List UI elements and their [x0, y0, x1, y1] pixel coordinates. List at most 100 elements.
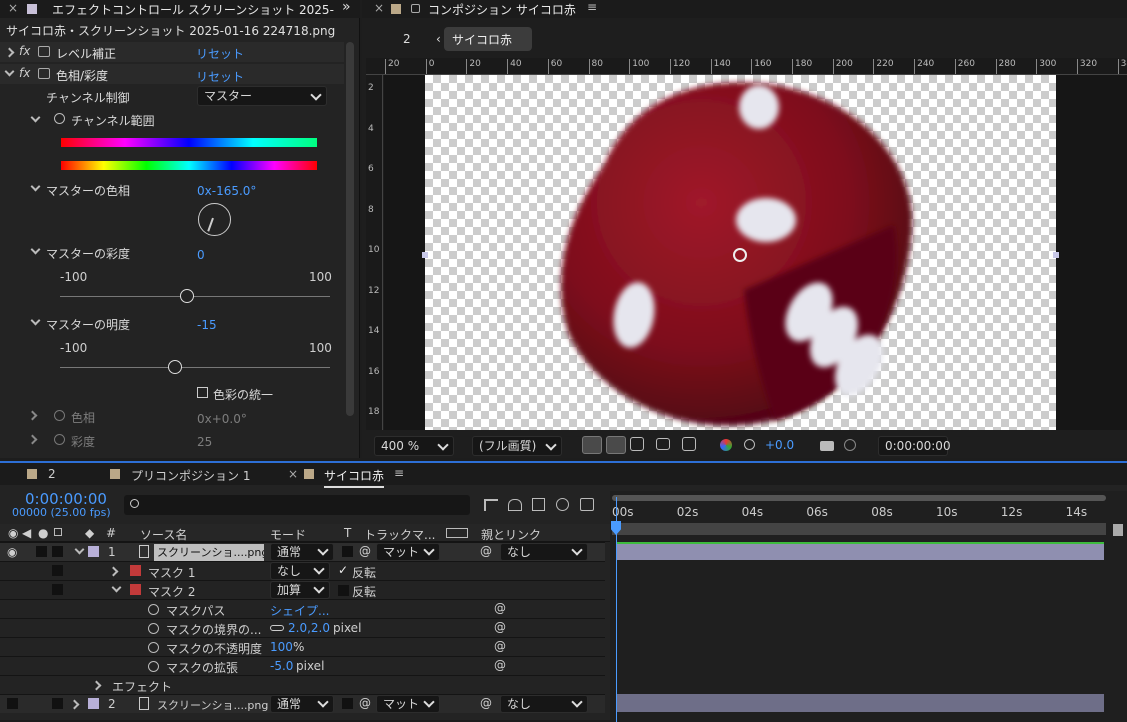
property-value[interactable]: 2.0,2.0	[288, 621, 330, 635]
time-ruler[interactable]: 00s 02s 04s 06s 08s 10s 12s 14s	[610, 503, 1110, 521]
close-icon[interactable]: ×	[8, 1, 18, 15]
ruler-left[interactable]: 2 4 6 8 10 12 14 16 18	[366, 75, 383, 430]
expression-spiral-icon[interactable]: @	[494, 601, 506, 615]
property-row-mask-expansion[interactable]: マスクの拡張 -5.0 pixel @	[0, 656, 605, 675]
channel-control-dropdown[interactable]: マスター	[197, 86, 327, 106]
mode-dropdown[interactable]: 通常	[270, 543, 334, 561]
draft-3d-icon[interactable]	[508, 499, 522, 511]
exposure-value[interactable]: +0.0	[765, 438, 794, 452]
lock-box[interactable]	[52, 546, 63, 557]
layer-handle-left[interactable]	[422, 252, 428, 258]
expression-spiral-icon[interactable]: @	[494, 658, 506, 672]
layer-label-color[interactable]	[88, 698, 99, 709]
mask-row-1[interactable]: マスク 1 なし ✓ 反転	[0, 561, 605, 580]
nav-index[interactable]: 2	[403, 32, 411, 46]
audio-icon[interactable]: ◀	[22, 526, 31, 540]
lightness-slider-handle[interactable]	[167, 360, 182, 374]
stopwatch-icon[interactable]	[54, 434, 65, 445]
composition-flowchart-icon[interactable]	[484, 499, 498, 511]
expand-panels-icon[interactable]: »	[342, 0, 351, 15]
lock-box[interactable]	[52, 565, 63, 576]
expand-arrow-icon[interactable]	[30, 244, 41, 255]
effect-row-levels[interactable]: fx レベル補正 リセット	[0, 42, 344, 62]
track-matte-dropdown[interactable]: マット	[376, 695, 440, 713]
panel-menu-icon[interactable]: ≡	[587, 0, 597, 14]
track-matte-dropdown[interactable]: マット	[376, 543, 440, 561]
tab-saikoro-aka[interactable]: サイコロ赤	[324, 467, 385, 488]
comp-end-marker[interactable]	[1113, 524, 1123, 536]
chain-link-icon[interactable]	[270, 625, 284, 631]
layer-row-1[interactable]: ◉ 1 スクリーンショ....png 通常 @ マット @ なし	[0, 542, 605, 561]
mask-visibility-icon[interactable]	[630, 437, 644, 451]
composition-title[interactable]: コンポジション サイコロ赤	[428, 1, 576, 18]
reset-button[interactable]: リセット	[196, 68, 244, 85]
grid-guides-icon[interactable]	[682, 437, 696, 451]
color-management-icon[interactable]	[744, 439, 755, 450]
expand-arrow-icon[interactable]	[30, 315, 41, 326]
comp-viewer[interactable]	[384, 75, 1127, 430]
hue-dial[interactable]	[198, 203, 231, 236]
mask-color[interactable]	[130, 565, 141, 576]
saturation-slider-track[interactable]	[60, 289, 330, 303]
saturation-slider-handle[interactable]	[179, 289, 194, 303]
comp-range-bar[interactable]	[612, 523, 1106, 535]
tab-precomp-1[interactable]: プリコンポジション 1	[131, 467, 250, 484]
expand-arrow-icon[interactable]	[4, 47, 15, 58]
stopwatch-icon[interactable]	[54, 410, 65, 421]
eye-icon[interactable]: ◉	[7, 545, 17, 559]
t-checkbox[interactable]	[342, 546, 353, 557]
eye-icon[interactable]: ◉	[8, 526, 18, 540]
expression-spiral-icon[interactable]: @	[494, 620, 506, 634]
chevron-left-icon[interactable]: ‹	[436, 32, 441, 46]
label-icon[interactable]: ◆	[85, 526, 94, 540]
expand-arrow-icon[interactable]	[91, 680, 102, 691]
mode-dropdown[interactable]: 通常	[270, 695, 334, 713]
region-of-interest-icon[interactable]	[656, 438, 670, 450]
close-icon[interactable]: ×	[374, 1, 384, 15]
expand-arrow-icon[interactable]	[30, 181, 41, 192]
master-saturation-value[interactable]: 0	[197, 248, 205, 262]
master-lightness-value[interactable]: -15	[197, 318, 217, 332]
layer-1-duration-bar[interactable]	[616, 542, 1104, 560]
effects-group-row[interactable]: エフェクト	[0, 675, 605, 694]
layer-label-color[interactable]	[88, 546, 99, 557]
anchor-point-icon[interactable]	[733, 248, 747, 262]
property-row-mask-path[interactable]: マスクパス シェイプ... @	[0, 599, 605, 618]
work-area-bar[interactable]	[612, 495, 1106, 501]
camera-snapshot-icon[interactable]	[820, 441, 834, 451]
lock-icon[interactable]	[54, 528, 62, 536]
parent-pickwhip-icon[interactable]: @	[480, 544, 492, 558]
column-source-name[interactable]: ソース名	[140, 526, 187, 543]
expand-arrow-icon[interactable]	[27, 434, 38, 445]
zoom-dropdown[interactable]: 400 %	[374, 436, 454, 456]
column-mode[interactable]: モード	[270, 526, 306, 543]
mask-mode-dropdown[interactable]: 加算	[270, 581, 330, 599]
expand-arrow-icon[interactable]	[4, 66, 15, 77]
column-switches-icon[interactable]	[446, 528, 468, 538]
mask-mode-dropdown[interactable]: なし	[270, 562, 330, 580]
colorize-checkbox[interactable]	[197, 387, 208, 398]
column-track-matte[interactable]: トラックマ...	[364, 526, 435, 543]
stopwatch-icon[interactable]	[148, 661, 159, 672]
parent-dropdown[interactable]: なし	[500, 695, 588, 713]
link-spiral-icon[interactable]: @	[359, 544, 371, 558]
solo-icon[interactable]: ●	[38, 526, 48, 540]
property-row-mask-opacity[interactable]: マスクの不透明度 100 % @	[0, 637, 605, 656]
property-value[interactable]: 100	[270, 640, 293, 654]
panel-tab-title[interactable]: エフェクトコントロール スクリーンショット 2025-	[52, 1, 336, 18]
stopwatch-icon[interactable]	[148, 642, 159, 653]
layer-name[interactable]: スクリーンショ....png	[154, 544, 264, 561]
stopwatch-icon[interactable]	[54, 113, 65, 124]
stopwatch-icon[interactable]	[148, 604, 159, 615]
tab-2[interactable]: 2	[48, 467, 56, 481]
layer-handle-right[interactable]	[1053, 252, 1059, 258]
timecode-display[interactable]: 0:00:00:00	[878, 436, 951, 456]
mask-name[interactable]: マスク 1	[148, 564, 195, 581]
mask-row-2[interactable]: マスク 2 加算 反転	[0, 580, 605, 599]
frame-blending-icon[interactable]	[532, 498, 545, 511]
t-checkbox[interactable]	[342, 698, 353, 709]
expand-arrow-icon[interactable]	[30, 112, 41, 123]
graph-editor-icon[interactable]	[580, 498, 594, 511]
property-value[interactable]: シェイプ...	[270, 602, 329, 619]
parent-dropdown[interactable]: なし	[500, 543, 588, 561]
